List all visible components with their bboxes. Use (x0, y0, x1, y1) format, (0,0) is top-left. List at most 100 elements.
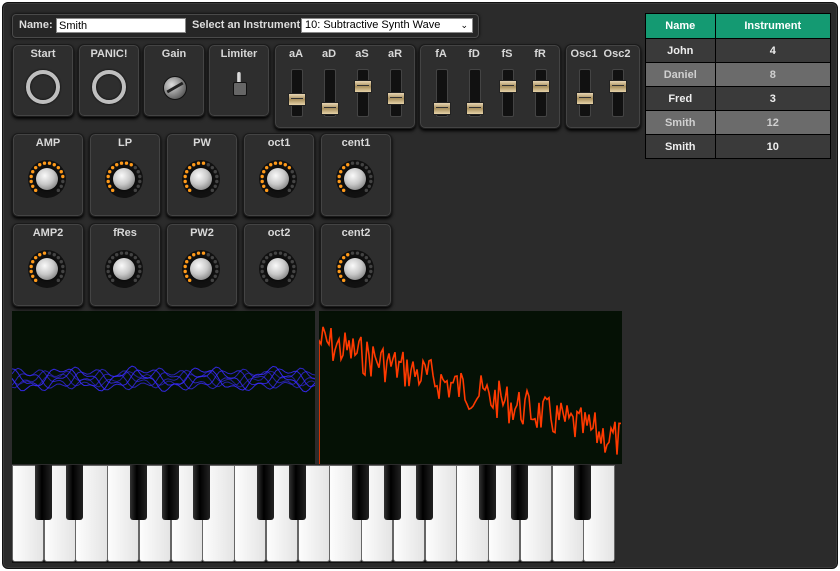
table-row: Fred 3 (645, 86, 831, 111)
player-name: Smith (645, 134, 716, 159)
amp-envelope-aD-slider[interactable] (321, 69, 339, 117)
chevron-down-icon: ⌄ (460, 20, 468, 30)
spectrum-analyzer (319, 311, 622, 464)
panic-tile[interactable]: PANIC! (78, 44, 140, 117)
table-row: Smith 10 (645, 134, 831, 159)
slider-thumb[interactable] (576, 91, 594, 105)
player-instrument: 3 (714, 86, 831, 111)
knob-tile-cent1: cent1 (320, 133, 392, 217)
player-instrument: 8 (714, 62, 831, 87)
amp-envelope-aR-slider[interactable] (387, 69, 405, 117)
slider-thumb[interactable] (499, 80, 517, 94)
start-tile[interactable]: Start (12, 44, 74, 117)
filter-envelope-fS-label: fS (501, 48, 513, 60)
filter-envelope-fR-label: fR (534, 48, 546, 60)
gain-knob[interactable] (163, 76, 187, 100)
filter-envelope-fS-slider[interactable] (499, 69, 517, 117)
knob-tile-lp: LP (89, 133, 161, 217)
knob-label: PW (193, 137, 211, 149)
amp-envelope-aA-label: aA (288, 48, 304, 60)
instrument-select[interactable]: 10: Subtractive Synth Wave ⌄ (301, 18, 473, 33)
players-table: Name Instrument John 4 Daniel 8 Fred 3 S… (645, 13, 831, 159)
table-row: Smith 12 (645, 110, 831, 135)
amp-envelope-group: aA aD aS aR (274, 44, 416, 129)
black-key[interactable] (34, 465, 52, 520)
synth-panel: Name: Select an Instrument: 10: Subtract… (2, 2, 838, 569)
slider-thumb[interactable] (433, 101, 451, 115)
knob-tile-fres: fRes (89, 223, 161, 307)
black-key[interactable] (193, 465, 211, 520)
knob-tile-oct1: oct1 (243, 133, 315, 217)
black-key[interactable] (510, 465, 528, 520)
amp-envelope-aD-label: aD (321, 48, 337, 60)
oscillator-group: Osc1 Osc2 (565, 44, 641, 129)
knob-label: PW2 (190, 227, 214, 239)
knob-oct2[interactable] (259, 250, 297, 288)
knob-label: cent1 (341, 137, 371, 149)
slider-thumb[interactable] (466, 101, 484, 115)
panic-label: PANIC! (90, 48, 128, 60)
black-key[interactable] (256, 465, 274, 520)
oscillator-Osc1-slider[interactable] (576, 69, 594, 117)
limiter-label: Limiter (220, 48, 258, 60)
knob-pw[interactable] (182, 160, 220, 198)
black-key[interactable] (415, 465, 433, 520)
black-key[interactable] (479, 465, 497, 520)
name-input[interactable] (56, 18, 186, 33)
filter-envelope-fD-label: fD (468, 48, 480, 60)
knob-fres[interactable] (105, 250, 143, 288)
knob-cent2[interactable] (336, 250, 374, 288)
knob-label: oct1 (267, 137, 291, 149)
filter-envelope-fA-slider[interactable] (433, 69, 451, 117)
start-button[interactable] (26, 70, 60, 104)
filter-envelope-fA-label: fA (435, 48, 447, 60)
black-key[interactable] (574, 465, 592, 520)
filter-envelope-fD-slider[interactable] (466, 69, 484, 117)
knob-tile-amp: AMP (12, 133, 84, 217)
knob-label: cent2 (341, 227, 371, 239)
knob-label: LP (117, 137, 133, 149)
knob-oct1[interactable] (259, 160, 297, 198)
knob-label: AMP2 (32, 227, 64, 239)
slider-thumb[interactable] (532, 80, 550, 94)
black-key[interactable] (129, 465, 147, 520)
oscillator-Osc2-slider[interactable] (609, 69, 627, 117)
knob-amp[interactable] (28, 160, 66, 198)
player-instrument: 12 (714, 110, 831, 135)
amp-envelope-aS-slider[interactable] (354, 69, 372, 117)
oscillator-Osc1-label: Osc1 (570, 48, 598, 60)
knob-tile-cent2: cent2 (320, 223, 392, 307)
player-name: John (645, 38, 716, 63)
player-name: Fred (645, 86, 716, 111)
black-key[interactable] (288, 465, 306, 520)
knob-label: fRes (113, 227, 137, 239)
gain-tile: Gain (143, 44, 205, 117)
black-key[interactable] (66, 465, 84, 520)
knob-tile-pw2: PW2 (166, 223, 238, 307)
black-key[interactable] (383, 465, 401, 520)
column-header-instrument: Instrument (714, 13, 831, 39)
limiter-tile: Limiter (208, 44, 270, 117)
filter-envelope-fR-slider[interactable] (532, 69, 550, 117)
slider-thumb[interactable] (288, 93, 306, 107)
panic-button[interactable] (92, 70, 126, 104)
table-row: John 4 (645, 38, 831, 63)
slider-thumb[interactable] (387, 91, 405, 105)
instrument-selected-value: 10: Subtractive Synth Wave (305, 19, 441, 31)
knob-label: oct2 (267, 227, 291, 239)
slider-thumb[interactable] (354, 80, 372, 94)
slider-thumb[interactable] (321, 101, 339, 115)
player-name: Daniel (645, 62, 716, 87)
piano-keyboard[interactable] (12, 465, 616, 563)
amp-envelope-aA-slider[interactable] (288, 69, 306, 117)
slider-thumb[interactable] (609, 80, 627, 94)
limiter-toggle[interactable] (232, 72, 247, 96)
black-key[interactable] (161, 465, 179, 520)
start-label: Start (30, 48, 56, 60)
knob-lp[interactable] (105, 160, 143, 198)
knob-cent1[interactable] (336, 160, 374, 198)
knob-tile-oct2: oct2 (243, 223, 315, 307)
black-key[interactable] (352, 465, 370, 520)
knob-pw2[interactable] (182, 250, 220, 288)
knob-amp2[interactable] (28, 250, 66, 288)
